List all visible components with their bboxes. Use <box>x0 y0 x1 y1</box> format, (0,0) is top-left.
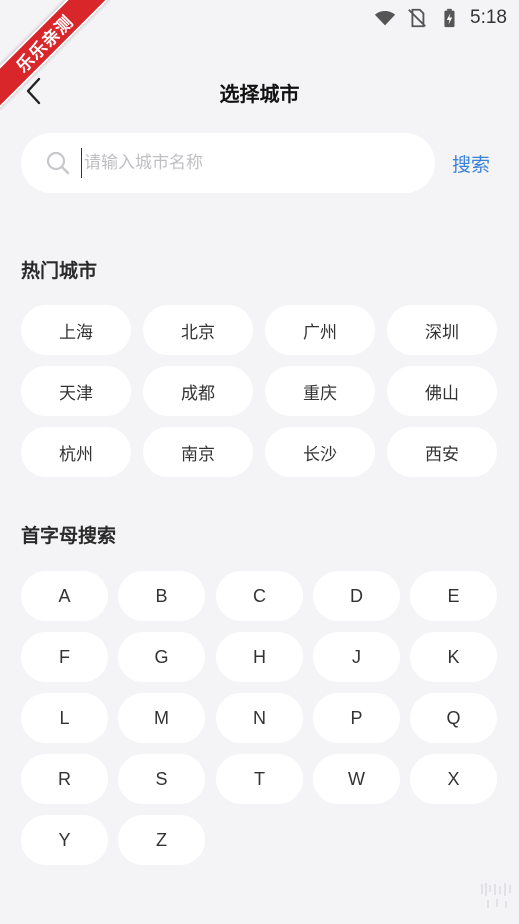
city-chip[interactable]: 南京 <box>143 427 253 477</box>
search-input[interactable] <box>81 148 411 178</box>
letter-chip[interactable]: G <box>118 632 205 682</box>
city-chip[interactable]: 佛山 <box>387 366 497 416</box>
letter-chip[interactable]: T <box>216 754 303 804</box>
scan-artifact <box>481 883 511 908</box>
letter-chip[interactable]: D <box>313 571 400 621</box>
city-chip[interactable]: 北京 <box>143 305 253 355</box>
city-chip[interactable]: 长沙 <box>265 427 375 477</box>
letter-chip[interactable]: K <box>410 632 497 682</box>
letter-chip[interactable]: X <box>410 754 497 804</box>
header: 选择城市 <box>0 66 519 116</box>
battery-charging-icon <box>444 8 455 28</box>
city-chip[interactable]: 成都 <box>143 366 253 416</box>
city-chip[interactable]: 深圳 <box>387 305 497 355</box>
search-icon <box>46 151 70 175</box>
letter-chip[interactable]: J <box>313 632 400 682</box>
city-chip[interactable]: 上海 <box>21 305 131 355</box>
search-button[interactable]: 搜索 <box>452 150 490 177</box>
letter-chip[interactable]: E <box>410 571 497 621</box>
city-chip[interactable]: 广州 <box>265 305 375 355</box>
city-chip[interactable]: 重庆 <box>265 366 375 416</box>
letter-chip[interactable]: C <box>216 571 303 621</box>
letter-chip[interactable]: N <box>216 693 303 743</box>
clock: 5:18 <box>470 7 507 28</box>
status-icons: 5:18 <box>374 6 507 30</box>
letter-chip[interactable]: P <box>313 693 400 743</box>
letter-chip[interactable]: B <box>118 571 205 621</box>
letter-chip[interactable]: H <box>216 632 303 682</box>
letter-chip[interactable]: Z <box>118 815 205 865</box>
hot-cities-title: 热门城市 <box>21 260 98 282</box>
page-title: 选择城市 <box>219 82 300 106</box>
letter-chip[interactable]: F <box>21 632 108 682</box>
wifi-icon <box>374 11 396 26</box>
letter-chip[interactable]: A <box>21 571 108 621</box>
letter-chip[interactable]: S <box>118 754 205 804</box>
letter-chip[interactable]: M <box>118 693 205 743</box>
letter-chip[interactable]: W <box>313 754 400 804</box>
letter-chip[interactable]: Y <box>21 815 108 865</box>
search-box[interactable] <box>21 133 435 193</box>
letter-chip[interactable]: L <box>21 693 108 743</box>
letter-chip[interactable]: R <box>21 754 108 804</box>
no-sim-icon <box>408 8 426 28</box>
letter-search-title: 首字母搜索 <box>21 525 117 547</box>
city-chip[interactable]: 天津 <box>21 366 131 416</box>
city-chip[interactable]: 杭州 <box>21 427 131 477</box>
city-chip[interactable]: 西安 <box>387 427 497 477</box>
letter-chip[interactable]: Q <box>410 693 497 743</box>
